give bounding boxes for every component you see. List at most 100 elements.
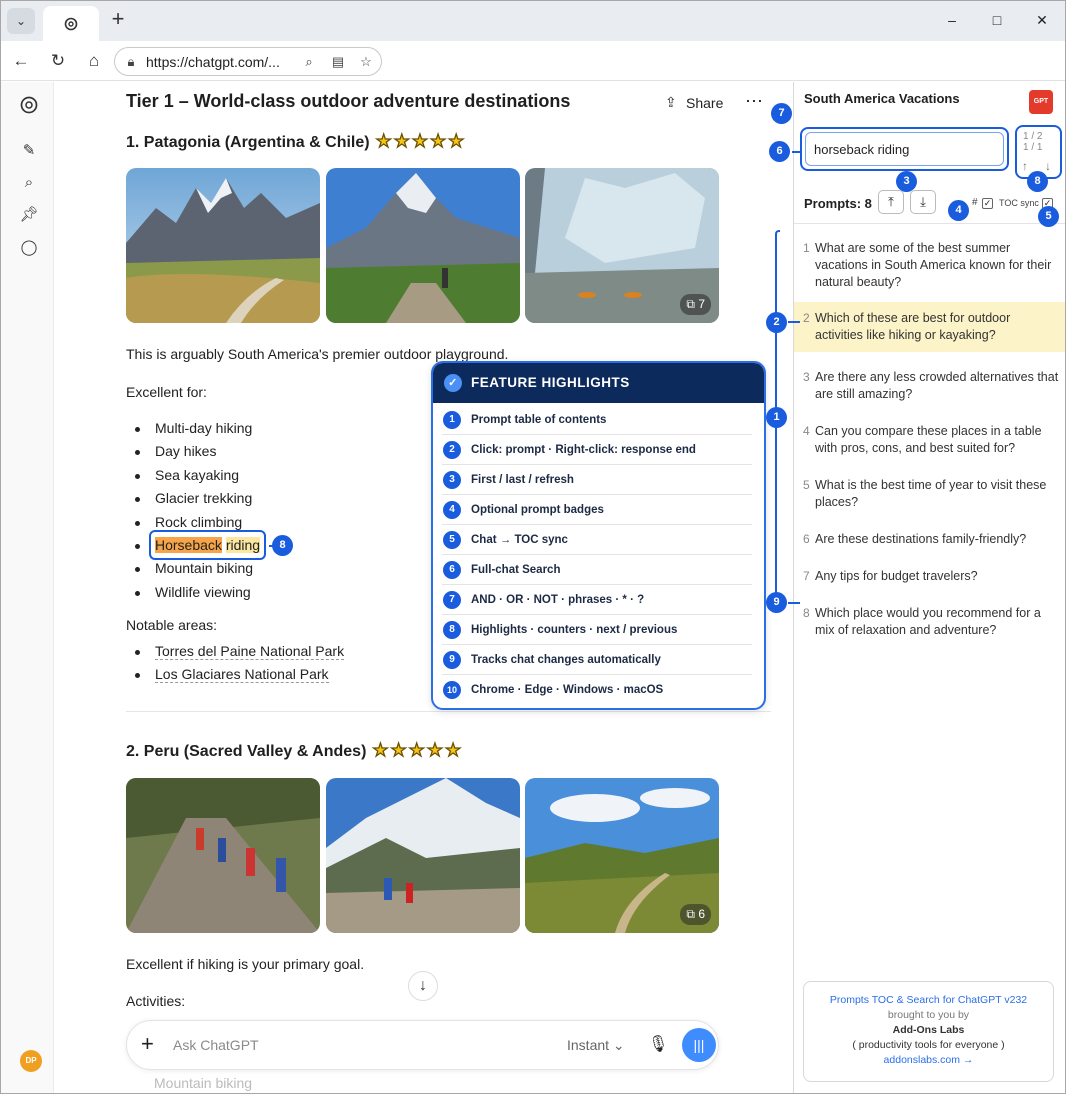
address-bar[interactable]: 🔒︎ https://chatgpt.com/... ⌕ ▤ ☆ [114,47,382,76]
browser-window: ⌄ + – □ ✕ ← ↻ ⌂ 🔒︎ https://chatgpt.com/.… [0,0,1066,1094]
feature-item: 3 First / last / refresh [442,465,752,495]
footer-product-link[interactable]: Prompts TOC & Search for ChatGPT v232 [804,993,1053,1008]
toc-item[interactable]: 1 What are some of the best summer vacati… [794,237,1065,294]
feature-highlights-card: ✓ FEATURE HIGHLIGHTS 1 Prompt table of co… [431,361,766,710]
image-patagonia-glacier[interactable]: ⧉ 7 [525,168,719,323]
maximize-button[interactable]: □ [986,9,1008,31]
prompts-count: Prompts: 8 [804,196,872,211]
area-link[interactable]: Torres del Paine National Park [155,643,345,660]
list-item: Glacier trekking [133,487,260,510]
tab-list-dropdown[interactable]: ⌄ [7,8,35,34]
rating-stars: ★★★★★ [375,131,467,152]
chat-bubble-icon[interactable]: ◯ [18,237,40,259]
share-icon[interactable]: ⇪ [665,94,679,110]
toc-item[interactable]: 4 Can you compare these places in a table… [794,420,1065,460]
search-icon[interactable]: ⌕ [18,172,40,194]
annotation-badge: 4 [948,200,969,221]
close-button[interactable]: ✕ [1031,9,1053,31]
chevron-down-icon: ⌄ [612,1037,625,1053]
activities-list: Multi-day hiking Day hikes Sea kayaking … [133,417,261,604]
model-mode-dropdown[interactable]: Instant ⌄ [567,1037,625,1054]
annotation-badge: 5 [1038,206,1059,227]
section-heading-peru: 2. Peru (Sacred Valley & Andes) ★★★★★ [126,740,464,761]
voice-mode-button[interactable]: ||| [682,1028,716,1062]
section-divider [126,711,771,712]
back-icon[interactable]: ← [9,50,33,72]
image-peru-trail[interactable] [126,778,320,933]
feature-highlights-header: ✓ FEATURE HIGHLIGHTS [433,363,764,403]
feature-item: 6 Full-chat Search [442,555,752,585]
callout-arrow [792,151,800,153]
footer-website-link[interactable]: addonslabs.com → [804,1053,1053,1068]
counter-text: 1 / 1 [1023,142,1043,153]
more-options-icon[interactable]: ⋯ [745,91,764,112]
next-match-icon[interactable]: ↓ [1045,159,1051,173]
notable-areas-label: Notable areas: [126,617,218,633]
footer-company: Add-Ons Labs [892,1024,965,1036]
feature-item: 5 Chat → TOC sync [442,525,752,555]
microphone-icon[interactable]: 🎙︎ [648,1034,668,1054]
toc-item[interactable]: 5 What is the best time of year to visit … [794,474,1065,514]
minimize-button[interactable]: – [941,9,963,31]
url-text[interactable]: https://chatgpt.com/... [146,54,280,70]
new-chat-icon[interactable]: ✎ [18,140,40,162]
footer-byline: brought to you by [887,1009,970,1021]
chatgpt-logo-icon[interactable] [18,94,40,116]
list-item: Torres del Paine National Park [133,640,345,663]
home-icon[interactable]: ⌂ [82,50,106,72]
zoom-icon[interactable]: ⌕ [300,53,318,71]
feature-item: 1 Prompt table of contents [442,405,752,435]
share-button[interactable]: Share [686,95,723,111]
check-icon: ✓ [444,374,462,392]
last-prompt-button[interactable]: ⤓ [910,190,936,214]
add-attachment-icon[interactable]: + [141,1032,154,1056]
annotation-badge: 6 [769,141,790,162]
toc-item-active[interactable]: 2 Which of these are best for outdoor act… [794,302,1065,352]
first-prompt-button[interactable]: ⤒ [878,190,904,214]
feature-item: 7 AND · OR · NOT · phrases · * · ? [442,585,752,615]
area-link[interactable]: Los Glaciares National Park [155,666,329,684]
pin-icon[interactable]: 📌︎ [18,204,40,226]
counter-text: 1 / 2 [1023,131,1043,142]
reader-mode-icon[interactable]: ▤ [329,53,347,71]
browser-tab[interactable] [43,6,99,41]
annotation-badge: 9 [766,592,787,613]
feature-item: 8 Highlights · counters · next / previous [442,615,752,645]
panel-footer: Prompts TOC & Search for ChatGPT v232 br… [803,981,1054,1082]
image-count-badge[interactable]: ⧉ 7 [680,294,711,315]
reload-icon[interactable]: ↻ [46,50,70,72]
activities-label: Activities: [126,993,186,1009]
scroll-to-bottom-button[interactable]: ↓ [408,971,438,1001]
toc-item[interactable]: 8 Which place would you recommend for a m… [794,602,1065,642]
gallery-icon: ⧉ [686,297,699,311]
list-item: Mountain biking [133,557,260,580]
annotation-badge: 8 [1027,171,1048,192]
extension-logo[interactable]: GPT [1029,90,1053,114]
image-patagonia-fitzroy[interactable] [326,168,520,323]
badges-checkbox[interactable]: ✓ [982,198,993,209]
avatar[interactable]: DP [20,1050,42,1072]
toc-item[interactable]: 6 Are these destinations family-friendly? [794,528,1065,551]
callout-arrow [788,602,800,604]
search-input[interactable] [805,132,1004,166]
notable-areas-list: Torres del Paine National Park Los Glaci… [133,640,345,687]
composer-input[interactable]: Ask ChatGPT [173,1037,259,1053]
image-count-badge[interactable]: ⧉ 6 [680,904,711,925]
new-tab-button[interactable]: + [107,8,129,31]
prompt-toc-list: 1 What are some of the best summer vacati… [794,237,1065,656]
image-peru-valley[interactable]: ⧉ 6 [525,778,719,933]
list-item: Sea kayaking [133,464,260,487]
image-peru-mountain[interactable] [326,778,520,933]
badges-label: # [972,197,978,208]
chevron-down-icon: ⌄ [15,14,27,28]
image-patagonia-torres[interactable] [126,168,320,323]
toc-item[interactable]: 3 Are there any less crowded alternatives… [794,366,1065,406]
chatgpt-logo-icon [64,17,78,30]
panel-title: South America Vacations [804,91,960,106]
previous-match-icon[interactable]: ↑ [1022,159,1028,173]
favorite-star-icon[interactable]: ☆ [357,53,375,71]
lock-icon: 🔒︎ [127,54,135,69]
message-composer[interactable]: + Ask ChatGPT Instant ⌄ 🎙︎ ||| [126,1020,719,1070]
footer-tagline: ( productivity tools for everyone ) [852,1039,1005,1051]
toc-item[interactable]: 7 Any tips for budget travelers? [794,565,1065,588]
